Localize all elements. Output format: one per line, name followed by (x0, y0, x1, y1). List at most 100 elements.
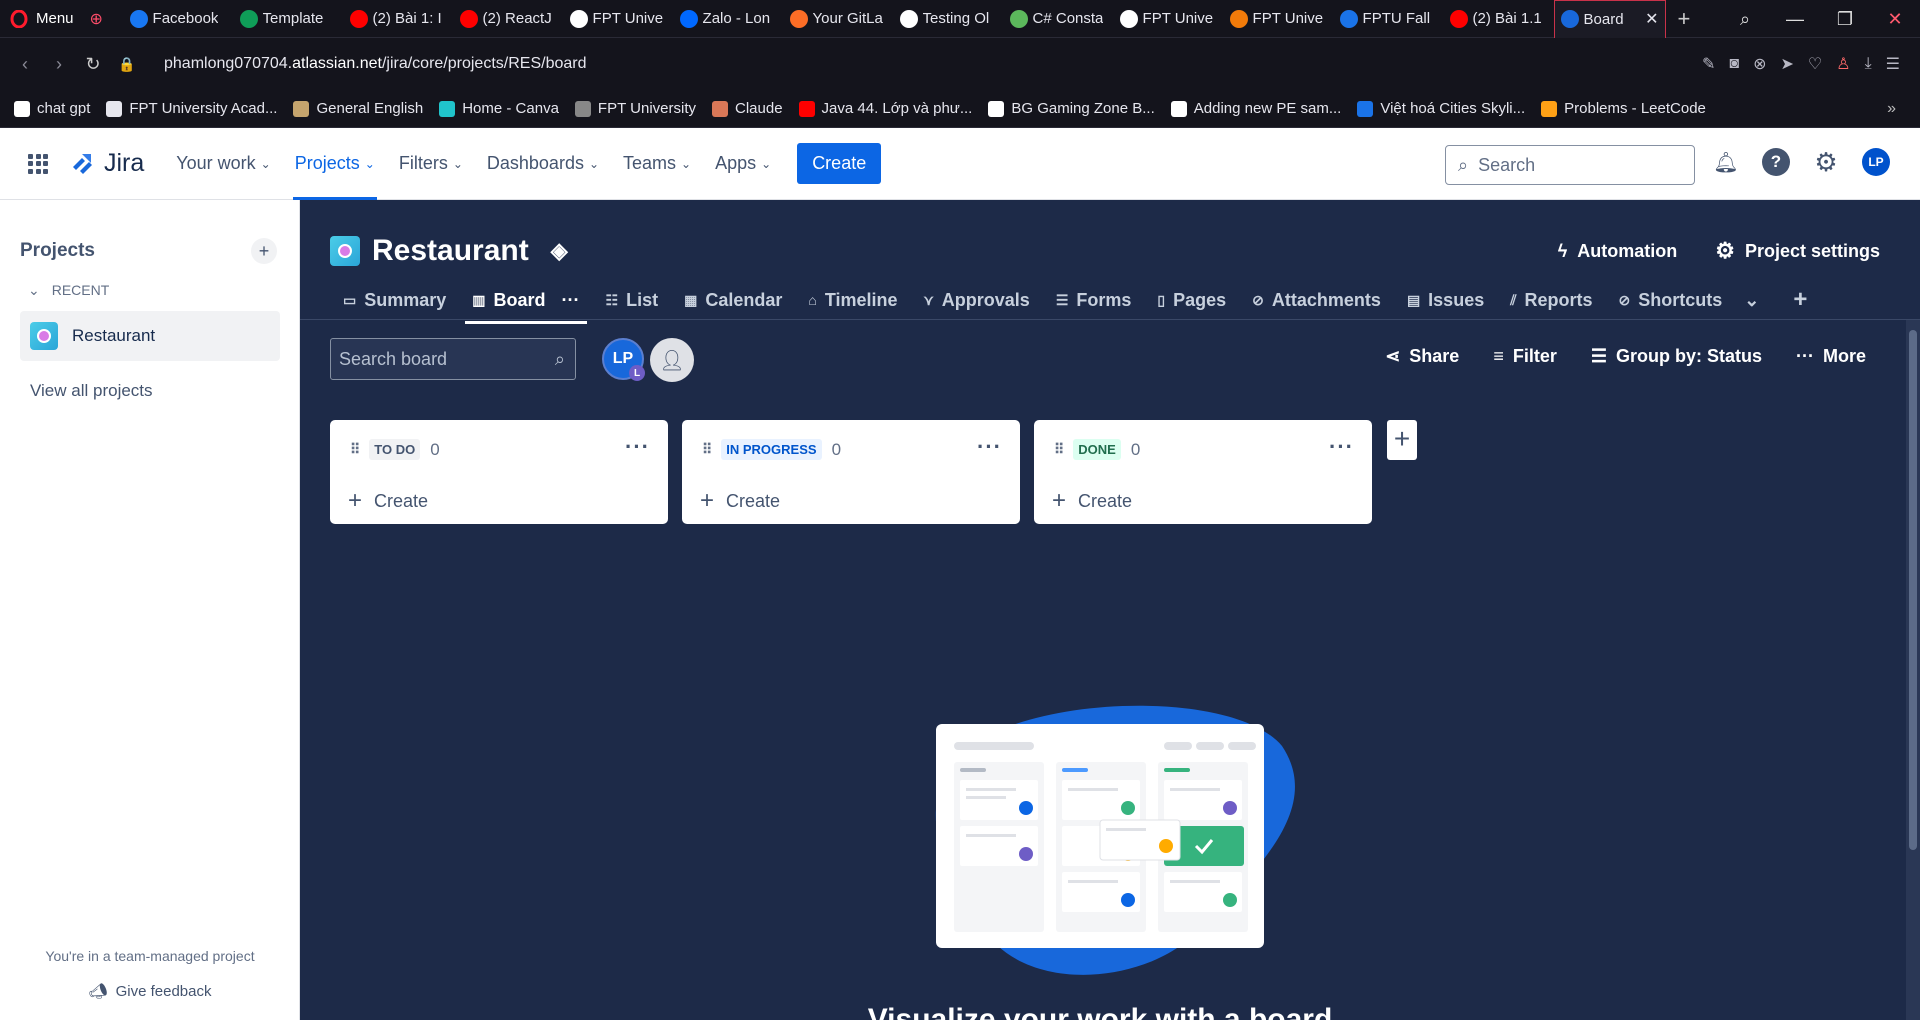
column-create-button[interactable]: + Create (1052, 487, 1132, 515)
browser-tab[interactable]: Your GitLa (784, 0, 894, 38)
camera-icon[interactable]: ◙ (1729, 55, 1739, 73)
user-avatar[interactable]: LP (1862, 148, 1890, 176)
browser-tab[interactable]: (2) Bài 1.1 (1444, 0, 1554, 38)
nav-apps[interactable]: Apps ⌄ (703, 128, 783, 200)
add-people-button[interactable]: 👤︎ (650, 338, 694, 382)
browser-tab[interactable]: FPTU Fall (1334, 0, 1444, 38)
share-button[interactable]: ⋖ Share (1385, 346, 1459, 367)
bookmark-item[interactable]: FPT University (574, 100, 696, 117)
bookmarks-more-icon[interactable]: » (1887, 100, 1896, 118)
app-switcher-icon[interactable] (28, 153, 48, 174)
browser-tab[interactable]: Zalo - Lon (674, 0, 784, 38)
url-field[interactable]: phamlong070704.atlassian.net/jira/core/p… (164, 55, 586, 73)
more-button[interactable]: ··· More (1796, 346, 1866, 367)
group-by-button[interactable]: ☰ Group by: Status (1591, 346, 1762, 367)
back-button[interactable]: ‹ (8, 54, 42, 75)
column-create-button[interactable]: + Create (700, 487, 780, 515)
forward-button[interactable]: › (42, 54, 76, 75)
project-settings-button[interactable]: ⚙ Project settings (1715, 238, 1880, 264)
tab-reports[interactable]: ⫽ Reports (1497, 280, 1605, 320)
nav-dashboards[interactable]: Dashboards ⌄ (475, 128, 611, 200)
filter-button[interactable]: ≡ Filter (1493, 346, 1557, 367)
browser-tab[interactable]: FPT Unive (1114, 0, 1224, 38)
nav-teams[interactable]: Teams ⌄ (611, 128, 703, 200)
bookmark-item[interactable]: Việt hoá Cities Skyli... (1357, 100, 1525, 117)
tab-summary[interactable]: ▭ Summary (330, 280, 459, 320)
tab-list[interactable]: ☷ List (593, 280, 672, 320)
vertical-scrollbar[interactable] (1906, 320, 1920, 1020)
browser-tab[interactable]: C# Consta (1004, 0, 1114, 38)
tab-forms[interactable]: ☰ Forms (1043, 280, 1145, 320)
tab-board[interactable]: ▥ Board ··· (459, 280, 592, 324)
give-feedback-button[interactable]: 📣︎ Give feedback (0, 982, 300, 1000)
browser-tab[interactable]: (2) ReactJ (454, 0, 564, 38)
search-board-input[interactable]: Search board ⌕ (330, 338, 576, 380)
bookmark-item[interactable]: Java 44. Lớp và phư... (798, 100, 972, 117)
minimize-button[interactable]: — (1770, 9, 1820, 30)
tab-calendar[interactable]: ▦ Calendar (671, 280, 795, 320)
create-button[interactable]: Create (797, 143, 882, 184)
column-create-button[interactable]: + Create (348, 487, 428, 515)
paint-bucket-icon[interactable]: ◈ (551, 238, 568, 264)
adblock-icon[interactable]: ⊗ (1753, 54, 1766, 74)
settings-gear-icon[interactable]: ⚙ (1812, 147, 1840, 177)
bookmark-item[interactable]: Adding new PE sam... (1170, 100, 1341, 117)
tab-search-icon[interactable]: ⌕ (1720, 9, 1770, 30)
view-all-projects-link[interactable]: View all projects (30, 381, 153, 401)
help-icon[interactable]: ? (1762, 148, 1790, 176)
drag-handle-icon[interactable]: ⠿ (350, 441, 360, 458)
chevron-down-icon[interactable]: ⌄ (1744, 290, 1759, 311)
automation-button[interactable]: ϟ Automation (1558, 238, 1678, 264)
column-more-button[interactable]: ··· (625, 434, 650, 460)
jira-logo[interactable]: Jira (70, 149, 144, 178)
add-tab-button[interactable]: + (1780, 280, 1820, 320)
heart-icon[interactable]: ♡ (1808, 54, 1822, 74)
drag-handle-icon[interactable]: ⠿ (1054, 441, 1064, 458)
browser-tab-active[interactable]: Board ✕ (1553, 0, 1666, 38)
edit-icon[interactable]: ✎ (1702, 54, 1715, 74)
tab-shortcuts[interactable]: ⊘ Shortcuts ⌄ (1605, 280, 1772, 320)
bookmark-item[interactable]: General English (293, 100, 423, 117)
browser-tab[interactable]: (2) Bài 1: I (344, 0, 454, 38)
profile-icon[interactable]: ♙ (1836, 54, 1850, 74)
tab-issues[interactable]: ▤ Issues (1394, 280, 1497, 320)
recent-toggle[interactable]: ⌄ RECENT (28, 282, 109, 299)
send-icon[interactable]: ➤ (1780, 54, 1793, 74)
sidebar-item-restaurant[interactable]: Restaurant (20, 311, 280, 361)
assignee-avatar[interactable]: LP L (602, 338, 645, 381)
column-more-button[interactable]: ··· (1329, 434, 1354, 460)
browser-tab[interactable]: FPT Unive (564, 0, 674, 38)
new-tab-button[interactable]: + (1666, 6, 1703, 32)
browser-tab[interactable]: Template (234, 0, 344, 38)
add-project-button[interactable]: + (251, 238, 277, 264)
tab-attachments[interactable]: ⊘ Attachments (1239, 280, 1394, 320)
bookmark-item[interactable]: Claude (712, 100, 783, 117)
drag-handle-icon[interactable]: ⠿ (702, 441, 712, 458)
bookmark-item[interactable]: Problems - LeetCode (1541, 100, 1706, 117)
bookmark-item[interactable]: BG Gaming Zone B... (988, 100, 1155, 117)
bookmark-item[interactable]: Home - Canva (439, 100, 559, 117)
sidebar-gaming-icon[interactable]: ⊕ (84, 0, 124, 38)
nav-projects[interactable]: Projects ⌄ (283, 128, 387, 200)
browser-tab[interactable]: FPT Unive (1224, 0, 1334, 38)
notifications-bell-icon[interactable]: 🔔︎ (1712, 148, 1740, 176)
restore-button[interactable]: ❐ (1820, 9, 1870, 30)
close-window-button[interactable]: ✕ (1870, 9, 1920, 30)
bookmark-item[interactable]: FPT University Acad... (106, 100, 277, 117)
global-search-input[interactable]: ⌕ Search (1445, 145, 1695, 185)
reload-button[interactable]: ↻ (76, 54, 110, 75)
bookmark-item[interactable]: chat gpt (14, 100, 90, 117)
tab-approvals[interactable]: ⋎ Approvals (911, 280, 1043, 320)
easy-setup-icon[interactable]: ☰ (1886, 54, 1900, 74)
opera-menu-button[interactable]: Menu (0, 0, 84, 38)
tab-timeline[interactable]: ⌂ Timeline (795, 280, 910, 320)
nav-your-work[interactable]: Your work ⌄ (164, 128, 282, 200)
column-more-button[interactable]: ··· (977, 434, 1002, 460)
add-column-button[interactable]: + (1387, 420, 1417, 460)
nav-filters[interactable]: Filters ⌄ (387, 128, 475, 200)
board-tab-more-icon[interactable]: ··· (562, 290, 580, 311)
download-icon[interactable]: ⤓ (1865, 55, 1872, 73)
browser-tab[interactable]: Facebook (124, 0, 234, 38)
tab-pages[interactable]: ▯ Pages (1144, 280, 1239, 320)
browser-tab[interactable]: Testing Ol (894, 0, 1004, 38)
